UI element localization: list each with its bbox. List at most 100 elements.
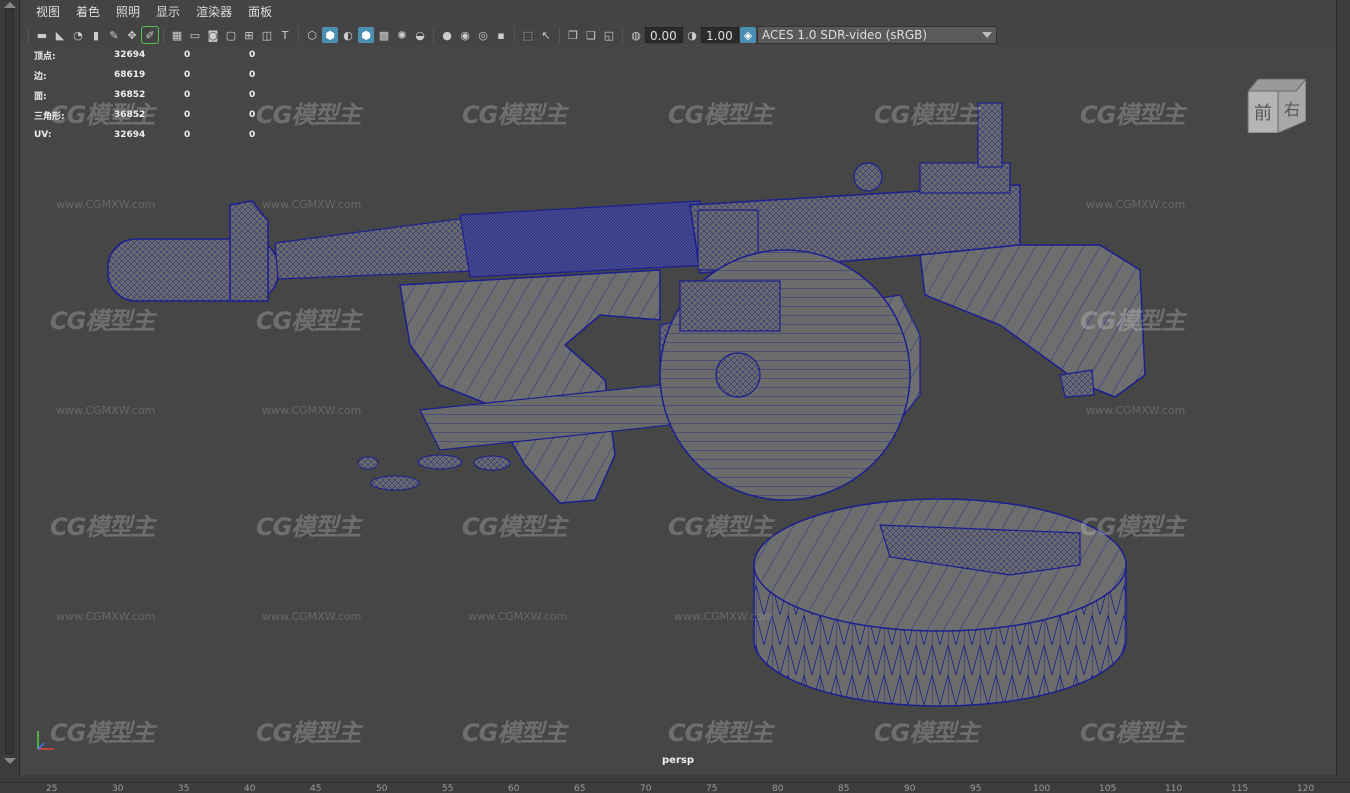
grease-pencil-icon[interactable]: ✎: [106, 27, 122, 43]
film-gate-icon[interactable]: ▭: [187, 27, 203, 43]
menu-panels[interactable]: 面板: [240, 0, 280, 25]
scroll-down-arrow-icon[interactable]: [4, 758, 16, 764]
hud-total: 32694: [114, 50, 146, 60]
safe-action-icon[interactable]: ◫: [259, 27, 275, 43]
grease-pencil-tool-icon[interactable]: ✐: [141, 26, 159, 44]
wireframe-on-shaded-icon[interactable]: ⬢: [358, 27, 374, 43]
shadows-icon[interactable]: ◒: [412, 27, 428, 43]
panel-menu-bar: 视图 着色 照明 显示 渲染器 面板: [20, 0, 1336, 25]
gamma-icon[interactable]: ◑: [684, 27, 700, 43]
menu-renderer[interactable]: 渲染器: [188, 0, 240, 25]
view-transform-value: ACES 1.0 SDR-video (sRGB): [762, 28, 928, 42]
3d-viewport[interactable]: CG模型主 CG模型主 CG模型主 CG模型主 CG模型主 CG模型主 CG模型…: [20, 45, 1336, 775]
toolbar-divider: [559, 27, 560, 43]
hud-extra: 0: [249, 50, 256, 60]
field-chart-icon[interactable]: ⊞: [241, 27, 257, 43]
exposure-icon[interactable]: ◍: [628, 27, 644, 43]
use-all-lights-icon[interactable]: ✺: [394, 27, 410, 43]
watermark-url: www.CGMXW.com: [262, 610, 362, 623]
ruler-tick: 115: [1231, 784, 1249, 793]
wireframe-icon[interactable]: ⬡: [304, 27, 320, 43]
frame-selected-icon[interactable]: ◱: [601, 27, 617, 43]
watermark: CG模型主: [462, 513, 567, 541]
watermark: CG模型主: [874, 101, 979, 129]
hud-selected: 0: [184, 110, 191, 120]
depth-of-field-icon[interactable]: ▪: [493, 27, 509, 43]
maya-viewport-window: 视图 着色 照明 显示 渲染器 面板 ▬ ◣ ◔ ▮ ✎ ✥ ✐ ▦ ▭ ◙ ▢…: [0, 0, 1350, 793]
watermark: CG模型主: [50, 513, 155, 541]
ruler-tick: 25: [46, 784, 58, 793]
anti-aliasing-icon[interactable]: ◎: [475, 27, 491, 43]
ruler-tick: 120: [1297, 784, 1315, 793]
scroll-track[interactable]: [5, 8, 14, 754]
menu-view[interactable]: 视图: [28, 0, 68, 25]
time-slider-ruler[interactable]: 25 30 35 40 45 50 55 60 65 70 75 80 85 9…: [0, 782, 1350, 793]
watermark-url: www.CGMXW.com: [56, 198, 156, 211]
screen-space-ao-icon[interactable]: ●: [439, 27, 455, 43]
hud-extra: 0: [249, 110, 256, 120]
ruler-tick: 30: [112, 784, 124, 793]
watermark-url: www.CGMXW.com: [1086, 404, 1186, 417]
hud-selected: 0: [184, 50, 191, 60]
hud-total: 68619: [114, 70, 146, 80]
view-cube[interactable]: 前 右: [1246, 77, 1308, 134]
right-panel-edge: [1336, 0, 1350, 782]
bookmark-icon[interactable]: ◔: [70, 27, 86, 43]
resolution-gate-icon[interactable]: ◙: [205, 27, 221, 43]
textured-icon[interactable]: ▩: [376, 27, 392, 43]
watermark-url: www.CGMXW.com: [262, 404, 362, 417]
hud-total: 32694: [114, 130, 146, 140]
mounted-drum-magazine: [659, 249, 911, 501]
ruler-tick: 90: [904, 784, 916, 793]
default-material-icon[interactable]: ◐: [340, 27, 356, 43]
xray-components-icon[interactable]: ❏: [583, 27, 599, 43]
chevron-down-icon: [982, 32, 992, 38]
left-scrollbar[interactable]: [0, 0, 20, 782]
toolbar-divider: [514, 27, 515, 43]
grid-icon[interactable]: ▦: [169, 27, 185, 43]
hud-label: 顶点:: [34, 51, 56, 62]
viewport-bottom-border: [0, 775, 1350, 782]
smooth-shade-icon[interactable]: ⬢: [322, 27, 338, 43]
ruler-tick: 55: [442, 784, 454, 793]
menu-shading[interactable]: 着色: [68, 0, 108, 25]
camera-attributes-icon[interactable]: ◣: [52, 27, 68, 43]
ruler-tick: 45: [310, 784, 322, 793]
watermark-url: www.CGMXW.com: [56, 404, 156, 417]
gamma-field[interactable]: 1.00: [701, 27, 739, 43]
camera-select-icon[interactable]: ▬: [34, 27, 50, 43]
xray-icon[interactable]: ↖: [538, 27, 554, 43]
hud-extra: 0: [249, 90, 256, 100]
menu-show[interactable]: 显示: [148, 0, 188, 25]
gate-mask-icon[interactable]: ▢: [223, 27, 239, 43]
ruler-tick: 70: [640, 784, 652, 793]
view-transform-select[interactable]: ACES 1.0 SDR-video (sRGB): [757, 26, 997, 44]
xray-joints-icon[interactable]: ❐: [565, 27, 581, 43]
watermark: CG模型主: [256, 513, 361, 541]
hud-total: 36852: [114, 110, 146, 120]
image-plane-icon[interactable]: ▮: [88, 27, 104, 43]
hud-row-triangles: 三角形: 36852 0 0: [34, 105, 279, 125]
hud-extra: 0: [249, 130, 256, 140]
watermark: CG模型主: [1080, 513, 1185, 541]
safe-title-icon[interactable]: T: [277, 27, 293, 43]
toolbar-divider: [163, 27, 164, 43]
motion-blur-icon[interactable]: ◉: [457, 27, 473, 43]
hud-total: 36852: [114, 90, 146, 100]
menu-lighting[interactable]: 照明: [108, 0, 148, 25]
isolate-select-icon[interactable]: ⬚: [520, 27, 536, 43]
view-cube-right-label[interactable]: 右: [1284, 100, 1300, 119]
color-management-icon[interactable]: ◈: [740, 27, 756, 43]
exposure-field[interactable]: 0.00: [645, 27, 683, 43]
2d-pan-zoom-icon[interactable]: ✥: [124, 27, 140, 43]
loose-cartridges: [357, 454, 511, 491]
toolbar-divider: [298, 27, 299, 43]
hud-label: 面:: [34, 91, 47, 102]
ruler-tick: 80: [772, 784, 784, 793]
view-cube-front-label[interactable]: 前: [1254, 103, 1272, 124]
ruler-tick: 105: [1099, 784, 1117, 793]
watermark: CG模型主: [50, 719, 155, 747]
hud-row-vertices: 顶点: 32694 0 0: [34, 45, 279, 65]
ruler-tick: 35: [178, 784, 190, 793]
watermark: CG模型主: [668, 513, 773, 541]
